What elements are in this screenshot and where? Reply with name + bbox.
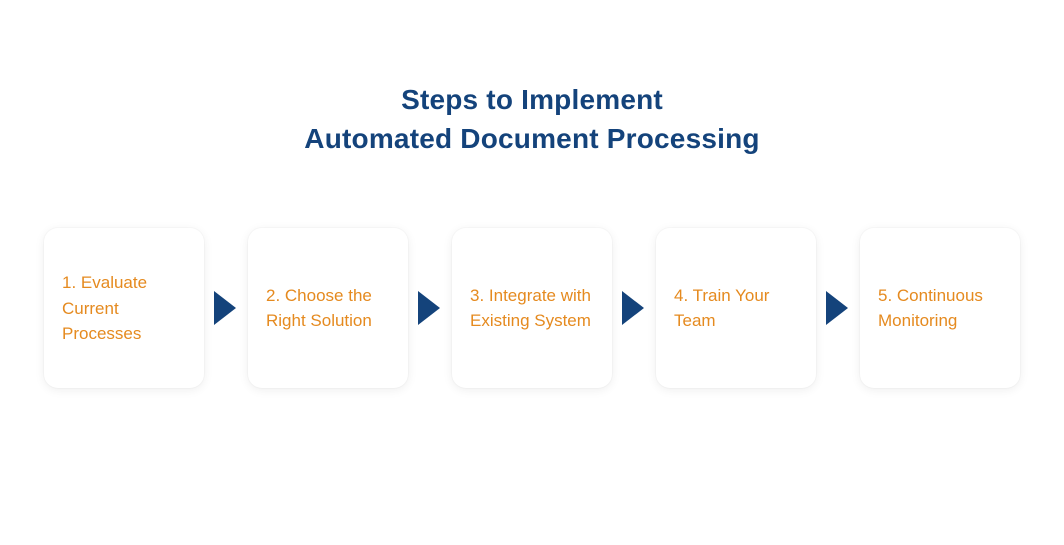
step-5: 5. Continuous Monitoring bbox=[860, 228, 1020, 388]
title-line-1: Steps to Implement bbox=[304, 80, 759, 119]
arrow-icon bbox=[824, 288, 852, 328]
step-3-label: 3. Integrate with Existing System bbox=[470, 283, 594, 334]
step-2-label: 2. Choose the Right Solution bbox=[266, 283, 390, 334]
step-4: 4. Train Your Team bbox=[656, 228, 816, 388]
step-4-label: 4. Train Your Team bbox=[674, 283, 798, 334]
diagram-title: Steps to Implement Automated Document Pr… bbox=[304, 80, 759, 158]
title-line-2: Automated Document Processing bbox=[304, 119, 759, 158]
step-1-label: 1. Evaluate Current Processes bbox=[62, 270, 186, 347]
arrow-icon bbox=[416, 288, 444, 328]
arrow-icon bbox=[212, 288, 240, 328]
step-1: 1. Evaluate Current Processes bbox=[44, 228, 204, 388]
step-2: 2. Choose the Right Solution bbox=[248, 228, 408, 388]
arrow-icon bbox=[620, 288, 648, 328]
process-flow: 1. Evaluate Current Processes 2. Choose … bbox=[44, 228, 1020, 388]
step-5-label: 5. Continuous Monitoring bbox=[878, 283, 1002, 334]
step-3: 3. Integrate with Existing System bbox=[452, 228, 612, 388]
